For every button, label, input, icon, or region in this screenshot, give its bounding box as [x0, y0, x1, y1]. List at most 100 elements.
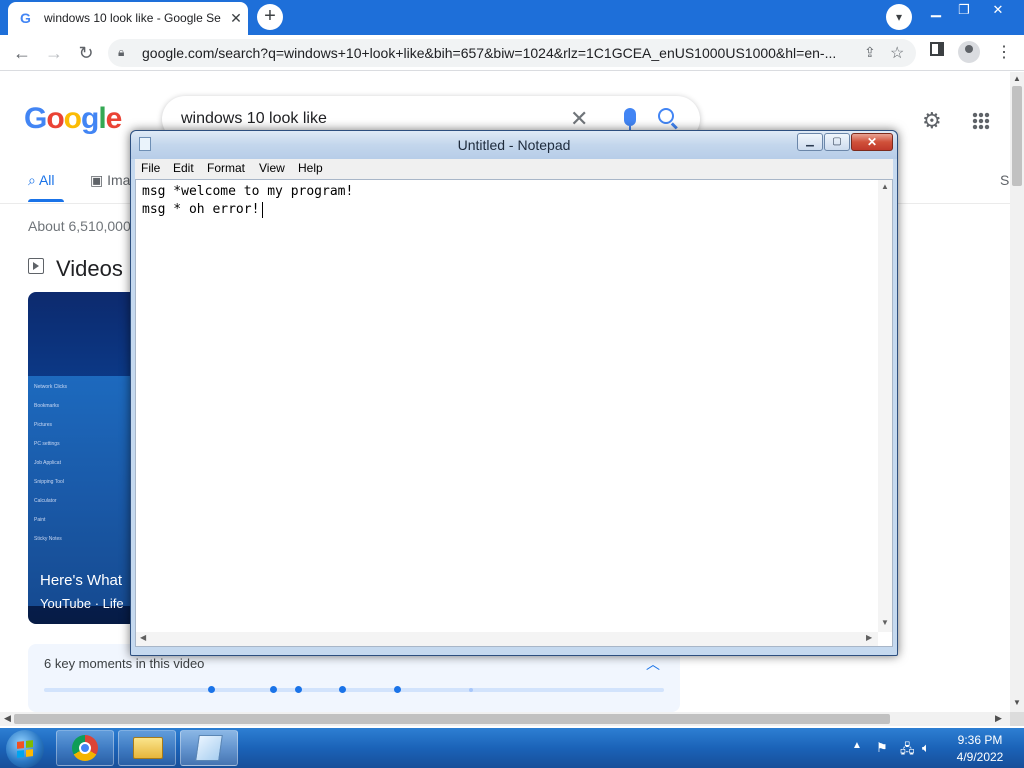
text-line[interactable]: msg * oh error! [142, 202, 259, 217]
scroll-thumb[interactable] [14, 714, 890, 724]
search-icon[interactable] [658, 108, 674, 124]
menu-format[interactable]: Format [207, 161, 245, 175]
tab-close-icon[interactable]: ✕ [228, 10, 244, 26]
lock-icon[interactable]: 🔒︎ [118, 45, 132, 59]
logo-letter: l [98, 102, 106, 135]
clear-search-icon[interactable]: ✕ [570, 106, 588, 132]
chevron-up-icon[interactable]: ︿ [646, 654, 660, 674]
google-logo[interactable]: Google [24, 102, 123, 136]
tab-all[interactable]: ⌕ All [28, 172, 55, 189]
back-arrow-icon[interactable]: ← [10, 41, 34, 65]
notepad-titlebar[interactable]: Untitled - Notepad ▁ ▢ ✕ [131, 131, 897, 159]
video-menu-item: Snipping Tool [34, 479, 64, 485]
network-icon[interactable]: 🖧︎ [900, 740, 915, 762]
scroll-up-icon[interactable]: ▲ [1013, 74, 1021, 83]
bookmark-star-icon[interactable]: ☆ [890, 43, 904, 63]
search-icon: ⌕ [28, 172, 39, 188]
search-input[interactable]: windows 10 look like [181, 110, 327, 128]
notepad-menubar: File Edit Format View Help [135, 159, 893, 179]
action-center-flag-icon[interactable]: ⚑ [876, 740, 888, 756]
folder-icon [133, 737, 163, 759]
new-tab-button[interactable]: + [257, 4, 283, 30]
window-minimize-button[interactable]: ▁ [922, 0, 950, 20]
key-moment-dot[interactable] [338, 686, 346, 693]
key-moments-label: 6 key moments in this video [44, 656, 205, 671]
browser-tab[interactable]: G windows 10 look like - Google Se ✕ [8, 2, 248, 35]
key-moment-dot[interactable] [394, 686, 402, 693]
video-menu-item: Network Clicks [34, 384, 68, 390]
windows-taskbar: ▲ ⚑ 🖧︎ 🔈︎ 9:36 PM 4/9/2022 [0, 728, 1024, 768]
notepad-title: Untitled - Notepad [457, 137, 571, 153]
video-menu-item: Sticky Notes [34, 536, 62, 542]
menu-help[interactable]: Help [298, 161, 323, 175]
clock-time[interactable]: 9:36 PM [950, 733, 1010, 747]
tab-search-chevron-icon[interactable]: ▾ [886, 4, 912, 30]
more-menu-icon[interactable]: ⋮ [996, 41, 1012, 65]
image-icon: ▣ [90, 172, 108, 188]
video-play-icon [28, 258, 44, 274]
tab-all-label: All [38, 172, 55, 188]
page-horizontal-scrollbar[interactable]: ◀ ▶ [0, 712, 1010, 726]
notepad-text-area[interactable]: msg *welcome to my program! msg * oh err… [135, 179, 893, 647]
browser-toolbar: ← → ↻ 🔒︎ google.com/search?q=windows+10+… [0, 35, 1024, 71]
key-moment-dot[interactable] [295, 686, 303, 693]
menu-file[interactable]: File [141, 161, 160, 175]
key-moments-track [44, 686, 664, 693]
scroll-right-icon[interactable]: ▶ [995, 713, 1002, 724]
taskbar-notepad[interactable] [180, 730, 238, 766]
tab-images[interactable]: ▣ Ima [90, 172, 130, 189]
close-button[interactable]: ✕ [851, 133, 893, 151]
forward-arrow-icon[interactable]: → [42, 41, 66, 65]
url-text[interactable]: google.com/search?q=windows+10+look+like… [142, 45, 852, 61]
window-restore-button[interactable]: ❐ [950, 0, 978, 20]
window-close-button[interactable]: ✕ [980, 0, 1016, 20]
scroll-down-icon[interactable]: ▼ [1013, 698, 1021, 707]
scroll-up-icon[interactable]: ▲ [881, 182, 889, 191]
profile-avatar-icon[interactable] [958, 41, 980, 63]
result-stats: About 6,510,000 [28, 218, 131, 234]
clock-date[interactable]: 4/9/2022 [950, 750, 1010, 764]
video-source: YouTube · Life [40, 596, 124, 611]
address-bar[interactable]: 🔒︎ google.com/search?q=windows+10+look+l… [108, 39, 916, 67]
settings-gear-icon[interactable]: ⚙ [922, 108, 942, 134]
video-title[interactable]: Here's What [40, 572, 122, 589]
taskbar-chrome[interactable] [56, 730, 114, 766]
videos-heading-label: Videos [56, 256, 123, 281]
volume-icon[interactable]: 🔈︎ [922, 740, 930, 756]
key-moment-dot[interactable] [270, 686, 278, 693]
scroll-left-icon[interactable]: ◀ [140, 633, 146, 642]
logo-letter: o [46, 102, 64, 135]
show-hidden-icons-icon[interactable]: ▲ [852, 740, 862, 751]
scroll-down-icon[interactable]: ▼ [881, 618, 889, 627]
key-moment-dot[interactable] [468, 688, 473, 692]
scroll-left-icon[interactable]: ◀ [4, 713, 11, 724]
menu-view[interactable]: View [259, 161, 285, 175]
maximize-button[interactable]: ▢ [824, 133, 850, 151]
logo-letter: e [105, 102, 123, 135]
key-moment-dot[interactable] [208, 686, 216, 693]
taskbar-file-explorer[interactable] [118, 730, 176, 766]
menu-edit[interactable]: Edit [173, 161, 194, 175]
side-panel-icon[interactable] [930, 42, 944, 56]
page-vertical-scrollbar[interactable]: ▲ ▼ [1010, 72, 1024, 712]
apps-grid-icon[interactable] [972, 112, 990, 130]
desktop-screen: G windows 10 look like - Google Se ✕ + ▾… [0, 0, 1024, 768]
tab-more[interactable]: S [1000, 172, 1009, 188]
reload-icon[interactable]: ↻ [74, 41, 98, 65]
text-line[interactable]: msg *welcome to my program! [142, 184, 353, 199]
notepad-horizontal-scrollbar[interactable]: ◀ ▶ [136, 632, 878, 646]
microphone-icon[interactable] [624, 108, 636, 132]
video-menu-item: Bookmarks [34, 403, 60, 409]
logo-letter: g [81, 102, 99, 135]
share-icon[interactable]: ⇪ [864, 44, 876, 61]
notepad-vertical-scrollbar[interactable]: ▲ ▼ [878, 180, 892, 632]
logo-letter: G [24, 102, 47, 135]
minimize-button[interactable]: ▁ [797, 133, 823, 151]
logo-letter: o [63, 102, 82, 135]
google-g-icon: G [20, 10, 31, 26]
start-button[interactable] [6, 730, 44, 768]
tab-images-label: Ima [107, 172, 131, 188]
scroll-thumb[interactable] [1012, 86, 1022, 186]
windows-logo-icon [17, 740, 33, 758]
scroll-right-icon[interactable]: ▶ [866, 633, 872, 642]
